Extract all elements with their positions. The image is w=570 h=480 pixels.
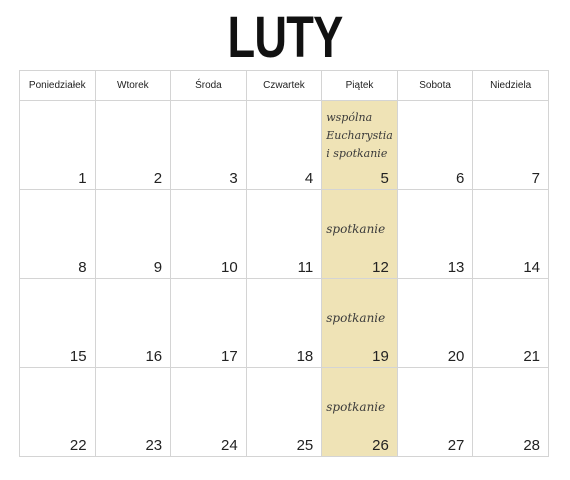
day-cell[interactable]: 2: [94, 100, 172, 190]
weekday-header-monday: Poniedziałek: [19, 70, 96, 101]
day-number: 18: [296, 348, 314, 365]
day-cell-highlighted[interactable]: spotkanie 26: [321, 367, 398, 457]
day-cell[interactable]: 25: [245, 367, 323, 457]
day-cell[interactable]: 21: [472, 278, 549, 368]
week-row: 1 2 3 4 wspólna Eucharystia i spotkanie …: [19, 100, 549, 190]
weekday-header-saturday: Sobota: [396, 70, 474, 101]
event-note: wspólna Eucharystia i spotkanie: [326, 109, 393, 163]
weekday-header-thursday: Czwartek: [245, 70, 323, 101]
day-cell[interactable]: 16: [94, 278, 172, 368]
event-note-line: Eucharystia: [326, 129, 393, 142]
day-number: 3: [229, 170, 238, 187]
day-cell[interactable]: 3: [170, 100, 247, 190]
week-row: 22 23 24 25 spotkanie 26 27 28: [19, 367, 549, 457]
day-cell[interactable]: 15: [19, 278, 96, 368]
day-number: 16: [145, 348, 163, 365]
day-number: 26: [372, 437, 389, 454]
weekday-header-sunday: Niedziela: [472, 70, 549, 101]
day-cell[interactable]: 9: [94, 189, 172, 279]
day-number: 13: [447, 259, 465, 276]
day-number: 4: [304, 170, 314, 187]
weekday-header-row: Poniedziałek Wtorek Środa Czwartek Piąte…: [19, 70, 549, 101]
day-cell[interactable]: 7: [472, 100, 549, 190]
day-number: 1: [78, 170, 87, 187]
event-note-line: wspólna: [326, 111, 373, 124]
day-cell[interactable]: 8: [19, 189, 96, 279]
day-cell[interactable]: 22: [19, 367, 96, 457]
day-number: 12: [372, 259, 389, 276]
event-note: spotkanie: [326, 222, 386, 236]
day-cell[interactable]: 11: [245, 189, 323, 279]
day-cell[interactable]: 1: [19, 100, 96, 190]
day-number: 5: [380, 170, 389, 187]
day-cell[interactable]: 24: [170, 367, 247, 457]
day-cell[interactable]: 28: [472, 367, 549, 457]
day-number: 20: [447, 348, 465, 365]
day-number: 6: [456, 170, 465, 187]
day-number: 17: [221, 348, 238, 365]
calendar-grid: Poniedziałek Wtorek Środa Czwartek Piąte…: [19, 70, 549, 457]
day-number: 15: [69, 348, 87, 365]
day-cell[interactable]: 17: [170, 278, 247, 368]
event-note: spotkanie: [326, 400, 386, 414]
weekday-header-wednesday: Środa: [170, 70, 247, 101]
event-note-line: i spotkanie: [326, 147, 388, 160]
day-number: 7: [531, 170, 540, 187]
day-number: 21: [523, 348, 540, 365]
day-number: 24: [221, 437, 238, 454]
day-number: 27: [447, 437, 465, 454]
day-number: 8: [78, 259, 87, 276]
day-number: 19: [372, 348, 389, 365]
week-row: 8 9 10 11 spotkanie 12 13 14: [19, 189, 549, 279]
day-number: 10: [221, 259, 238, 276]
day-number: 28: [523, 437, 540, 454]
day-number: 2: [153, 170, 163, 187]
day-cell[interactable]: 6: [396, 100, 474, 190]
day-cell[interactable]: 13: [396, 189, 474, 279]
day-cell[interactable]: 27: [396, 367, 474, 457]
weekday-header-tuesday: Wtorek: [94, 70, 172, 101]
day-number: 25: [296, 437, 314, 454]
month-title: LUTY: [227, 5, 343, 70]
day-number: 14: [523, 259, 540, 276]
day-cell-highlighted[interactable]: spotkanie 19: [321, 278, 398, 368]
event-note: spotkanie: [326, 311, 386, 325]
day-cell[interactable]: 20: [396, 278, 474, 368]
day-cell[interactable]: 4: [245, 100, 323, 190]
week-row: 15 16 17 18 spotkanie 19 20 21: [19, 278, 549, 368]
day-cell[interactable]: 10: [170, 189, 247, 279]
day-cell-highlighted[interactable]: spotkanie 12: [321, 189, 398, 279]
day-cell-highlighted[interactable]: wspólna Eucharystia i spotkanie 5: [321, 100, 398, 190]
day-cell[interactable]: 23: [94, 367, 172, 457]
day-number: 9: [153, 259, 163, 276]
day-cell[interactable]: 18: [245, 278, 323, 368]
day-number: 22: [69, 437, 87, 454]
weekday-header-friday: Piątek: [321, 70, 398, 101]
day-number: 23: [145, 437, 163, 454]
day-number: 11: [297, 259, 314, 276]
day-cell[interactable]: 14: [472, 189, 549, 279]
